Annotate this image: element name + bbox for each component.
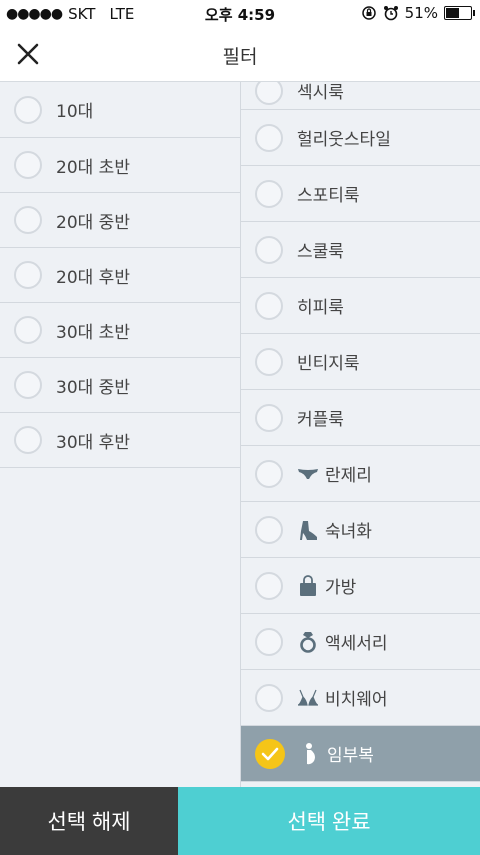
style-option-label: 헐리웃스타일 — [297, 130, 391, 150]
style-option[interactable]: 빈티지룩 — [241, 334, 480, 390]
radio-button[interactable] — [14, 151, 42, 179]
confirm-selection-button[interactable]: 선택 완료 — [178, 787, 480, 855]
clear-selection-button[interactable]: 선택 해제 — [0, 787, 178, 855]
header: 필터 — [0, 28, 480, 82]
rotation-lock-icon — [361, 6, 376, 20]
radio-button[interactable] — [14, 261, 42, 289]
bottom-bar: 선택 해제 선택 완료 — [0, 787, 480, 855]
style-option-label: 커플룩 — [297, 410, 344, 430]
radio-button[interactable] — [14, 426, 42, 454]
age-option-label: 30대 후반 — [56, 432, 130, 453]
age-option[interactable]: 30대 후반 — [0, 413, 240, 468]
radio-button[interactable] — [14, 316, 42, 344]
style-option[interactable]: 헐리웃스타일 — [241, 110, 480, 166]
style-filter-list[interactable]: 섹시룩 헐리웃스타일 스포티룩 스쿨룩 히피룩 빈티지룩 커플룩 란제리 숙녀화… — [241, 82, 480, 787]
age-option[interactable]: 30대 초반 — [0, 303, 240, 358]
radio-button[interactable] — [255, 179, 283, 208]
age-option-label: 20대 후반 — [56, 267, 130, 288]
style-option-label: 히피룩 — [297, 298, 344, 318]
radio-button[interactable] — [255, 459, 283, 488]
style-option-label: 스쿨룩 — [297, 242, 344, 262]
radio-button[interactable] — [255, 347, 283, 376]
radio-button[interactable] — [255, 683, 283, 712]
radio-button[interactable] — [255, 123, 283, 152]
style-option[interactable]: 액세서리 — [241, 614, 480, 670]
radio-button[interactable] — [255, 571, 283, 600]
age-option-label: 10대 — [56, 102, 94, 122]
style-option-label: 임부복 — [327, 746, 374, 766]
style-option[interactable]: 섹시룩 — [241, 82, 480, 110]
style-option[interactable]: 커플룩 — [241, 390, 480, 446]
age-option[interactable]: 20대 초반 — [0, 138, 240, 193]
style-option-label: 비치웨어 — [325, 690, 388, 710]
page-title: 필터 — [222, 46, 258, 68]
style-option-label: 숙녀화 — [325, 522, 372, 542]
style-option[interactable]: 비치웨어 — [241, 670, 480, 726]
style-option[interactable]: 란제리 — [241, 446, 480, 502]
style-option[interactable]: 스쿨룩 — [241, 222, 480, 278]
age-option[interactable]: 20대 후반 — [0, 248, 240, 303]
lingerie-icon — [297, 463, 319, 485]
radio-button[interactable] — [255, 291, 283, 320]
style-option-label: 빈티지룩 — [297, 354, 360, 374]
checkmark-icon[interactable] — [255, 738, 285, 769]
style-option[interactable]: 숙녀화 — [241, 502, 480, 558]
style-option[interactable]: 히피룩 — [241, 278, 480, 334]
handbag-icon — [297, 574, 319, 597]
bikini-icon — [297, 687, 319, 709]
radio-button[interactable] — [14, 371, 42, 399]
style-option-label: 섹시룩 — [297, 83, 344, 103]
age-filter-list: 10대 20대 초반 20대 중반 20대 후반 30대 초반 30대 중반 3… — [0, 82, 240, 787]
high-heel-icon — [297, 519, 319, 541]
age-option-label: 20대 중반 — [56, 212, 130, 233]
age-option[interactable]: 10대 — [0, 82, 240, 138]
battery-icon — [444, 6, 475, 20]
style-option-label: 가방 — [325, 578, 357, 598]
radio-button[interactable] — [255, 515, 283, 544]
age-option[interactable]: 30대 중반 — [0, 358, 240, 413]
battery-percent: 51% — [404, 4, 438, 22]
radio-button[interactable] — [255, 235, 283, 264]
style-option[interactable]: 가방 — [241, 558, 480, 614]
age-option-label: 30대 중반 — [56, 377, 130, 398]
radio-button[interactable] — [255, 403, 283, 432]
radio-button[interactable] — [14, 206, 42, 234]
radio-button[interactable] — [14, 95, 42, 124]
style-option-selected[interactable]: 임부복 — [241, 726, 480, 782]
maternity-icon — [299, 742, 321, 765]
ring-icon — [297, 631, 319, 653]
style-option-label: 란제리 — [325, 466, 372, 486]
status-bar: ●●●●● SKT LTE 오후 4:59 51% — [0, 0, 480, 28]
style-option[interactable]: 스포티룩 — [241, 166, 480, 222]
age-option-label: 30대 초반 — [56, 322, 130, 343]
alarm-icon — [383, 6, 398, 21]
age-option-label: 20대 초반 — [56, 157, 130, 178]
age-option[interactable]: 20대 중반 — [0, 193, 240, 248]
radio-button[interactable] — [255, 82, 283, 105]
style-option-label: 스포티룩 — [297, 186, 360, 206]
style-option-label: 액세서리 — [325, 634, 388, 654]
radio-button[interactable] — [255, 627, 283, 656]
